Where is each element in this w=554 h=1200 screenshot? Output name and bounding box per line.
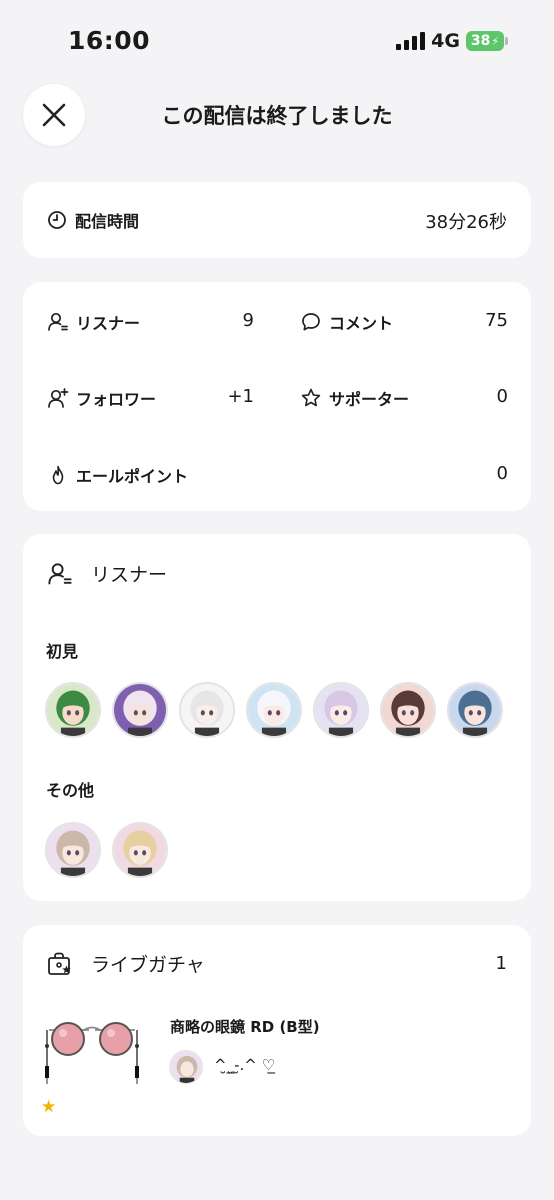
status-time: 16:00 — [68, 26, 151, 55]
listeners-card: リスナー 初見 その他 — [23, 534, 531, 901]
battery-icon: 38 ⚡ — [466, 31, 508, 51]
add-follower-icon — [48, 388, 69, 408]
stat-cheer-points-label: エールポイント — [76, 467, 189, 486]
listeners-section-title: リスナー — [91, 564, 168, 586]
status-bar: 16:00 4G 38 ⚡ — [0, 0, 554, 80]
stat-comments-value: 75 — [485, 310, 508, 331]
other-listener-avatar[interactable] — [112, 822, 168, 878]
flame-icon — [52, 465, 64, 485]
giver-avatar[interactable] — [169, 1050, 203, 1084]
giver-name: ^̮_̮-̮.^ ♡̲ — [214, 1056, 276, 1074]
star-outline-icon — [301, 388, 321, 407]
other-label: その他 — [46, 781, 95, 800]
first-time-label: 初見 — [46, 642, 79, 661]
status-indicators: 4G 38 ⚡ — [396, 30, 508, 52]
stat-followers-value: +1 — [227, 386, 254, 407]
clock-icon — [48, 211, 66, 229]
battery-level: 38 — [470, 33, 491, 49]
broadcast-time-label: 配信時間 — [75, 212, 140, 231]
stat-followers: フォロワー — [47, 386, 156, 410]
listener-icon — [48, 562, 72, 584]
gacha-section-header: ライブガチャ — [47, 950, 205, 977]
broadcast-time-label-group: 配信時間 — [47, 208, 139, 232]
broadcast-time-value: 38分26秒 — [425, 212, 507, 233]
stat-followers-label: フォロワー — [76, 390, 157, 409]
stat-comments: コメント — [300, 310, 393, 334]
stat-supporters-label: サポーター — [329, 390, 410, 409]
listener-icon — [48, 312, 68, 331]
stat-comments-label: コメント — [329, 314, 394, 333]
other-avatar-row — [45, 822, 168, 878]
first-time-listener-avatar[interactable] — [246, 682, 302, 738]
gacha-section-title: ライブガチャ — [91, 954, 205, 976]
stat-cheer-points-value: 0 — [496, 463, 508, 484]
stat-listeners: リスナー — [47, 310, 140, 334]
first-time-listener-avatar[interactable] — [447, 682, 503, 738]
star-icon: ★ — [41, 1097, 57, 1117]
comment-icon — [302, 313, 320, 331]
network-type: 4G — [431, 30, 460, 52]
broadcast-time-card: 配信時間 38分26秒 — [23, 182, 531, 258]
stats-card: リスナー 9 コメント 75 フォロワー +1 サポーター 0 エールポイント … — [23, 282, 531, 511]
stat-supporters-value: 0 — [496, 386, 508, 407]
first-time-listener-avatar[interactable] — [179, 682, 235, 738]
live-gacha-card: ライブガチャ 1 ★ 商略の眼鏡 RD (B型) ^̮_̮-̮.^ ♡̲ — [23, 925, 531, 1136]
stat-supporters: サポーター — [300, 386, 409, 410]
gacha-count: 1 — [495, 953, 507, 974]
stat-cheer-points: エールポイント — [47, 463, 188, 487]
other-listener-avatar[interactable] — [45, 822, 101, 878]
first-time-avatar-row — [45, 682, 503, 738]
stat-listeners-label: リスナー — [76, 314, 141, 333]
signal-icon — [396, 32, 426, 50]
stat-listeners-value: 9 — [242, 310, 254, 331]
listeners-section-header: リスナー — [47, 560, 167, 587]
page-title: この配信は終了しました — [161, 104, 393, 128]
first-time-listener-avatar[interactable] — [45, 682, 101, 738]
first-time-listener-avatar[interactable] — [380, 682, 436, 738]
gacha-bag-icon — [48, 952, 71, 975]
first-time-listener-avatar[interactable] — [313, 682, 369, 738]
gacha-item-name: 商略の眼鏡 RD (B型) — [170, 1018, 320, 1036]
first-time-listener-avatar[interactable] — [112, 682, 168, 738]
